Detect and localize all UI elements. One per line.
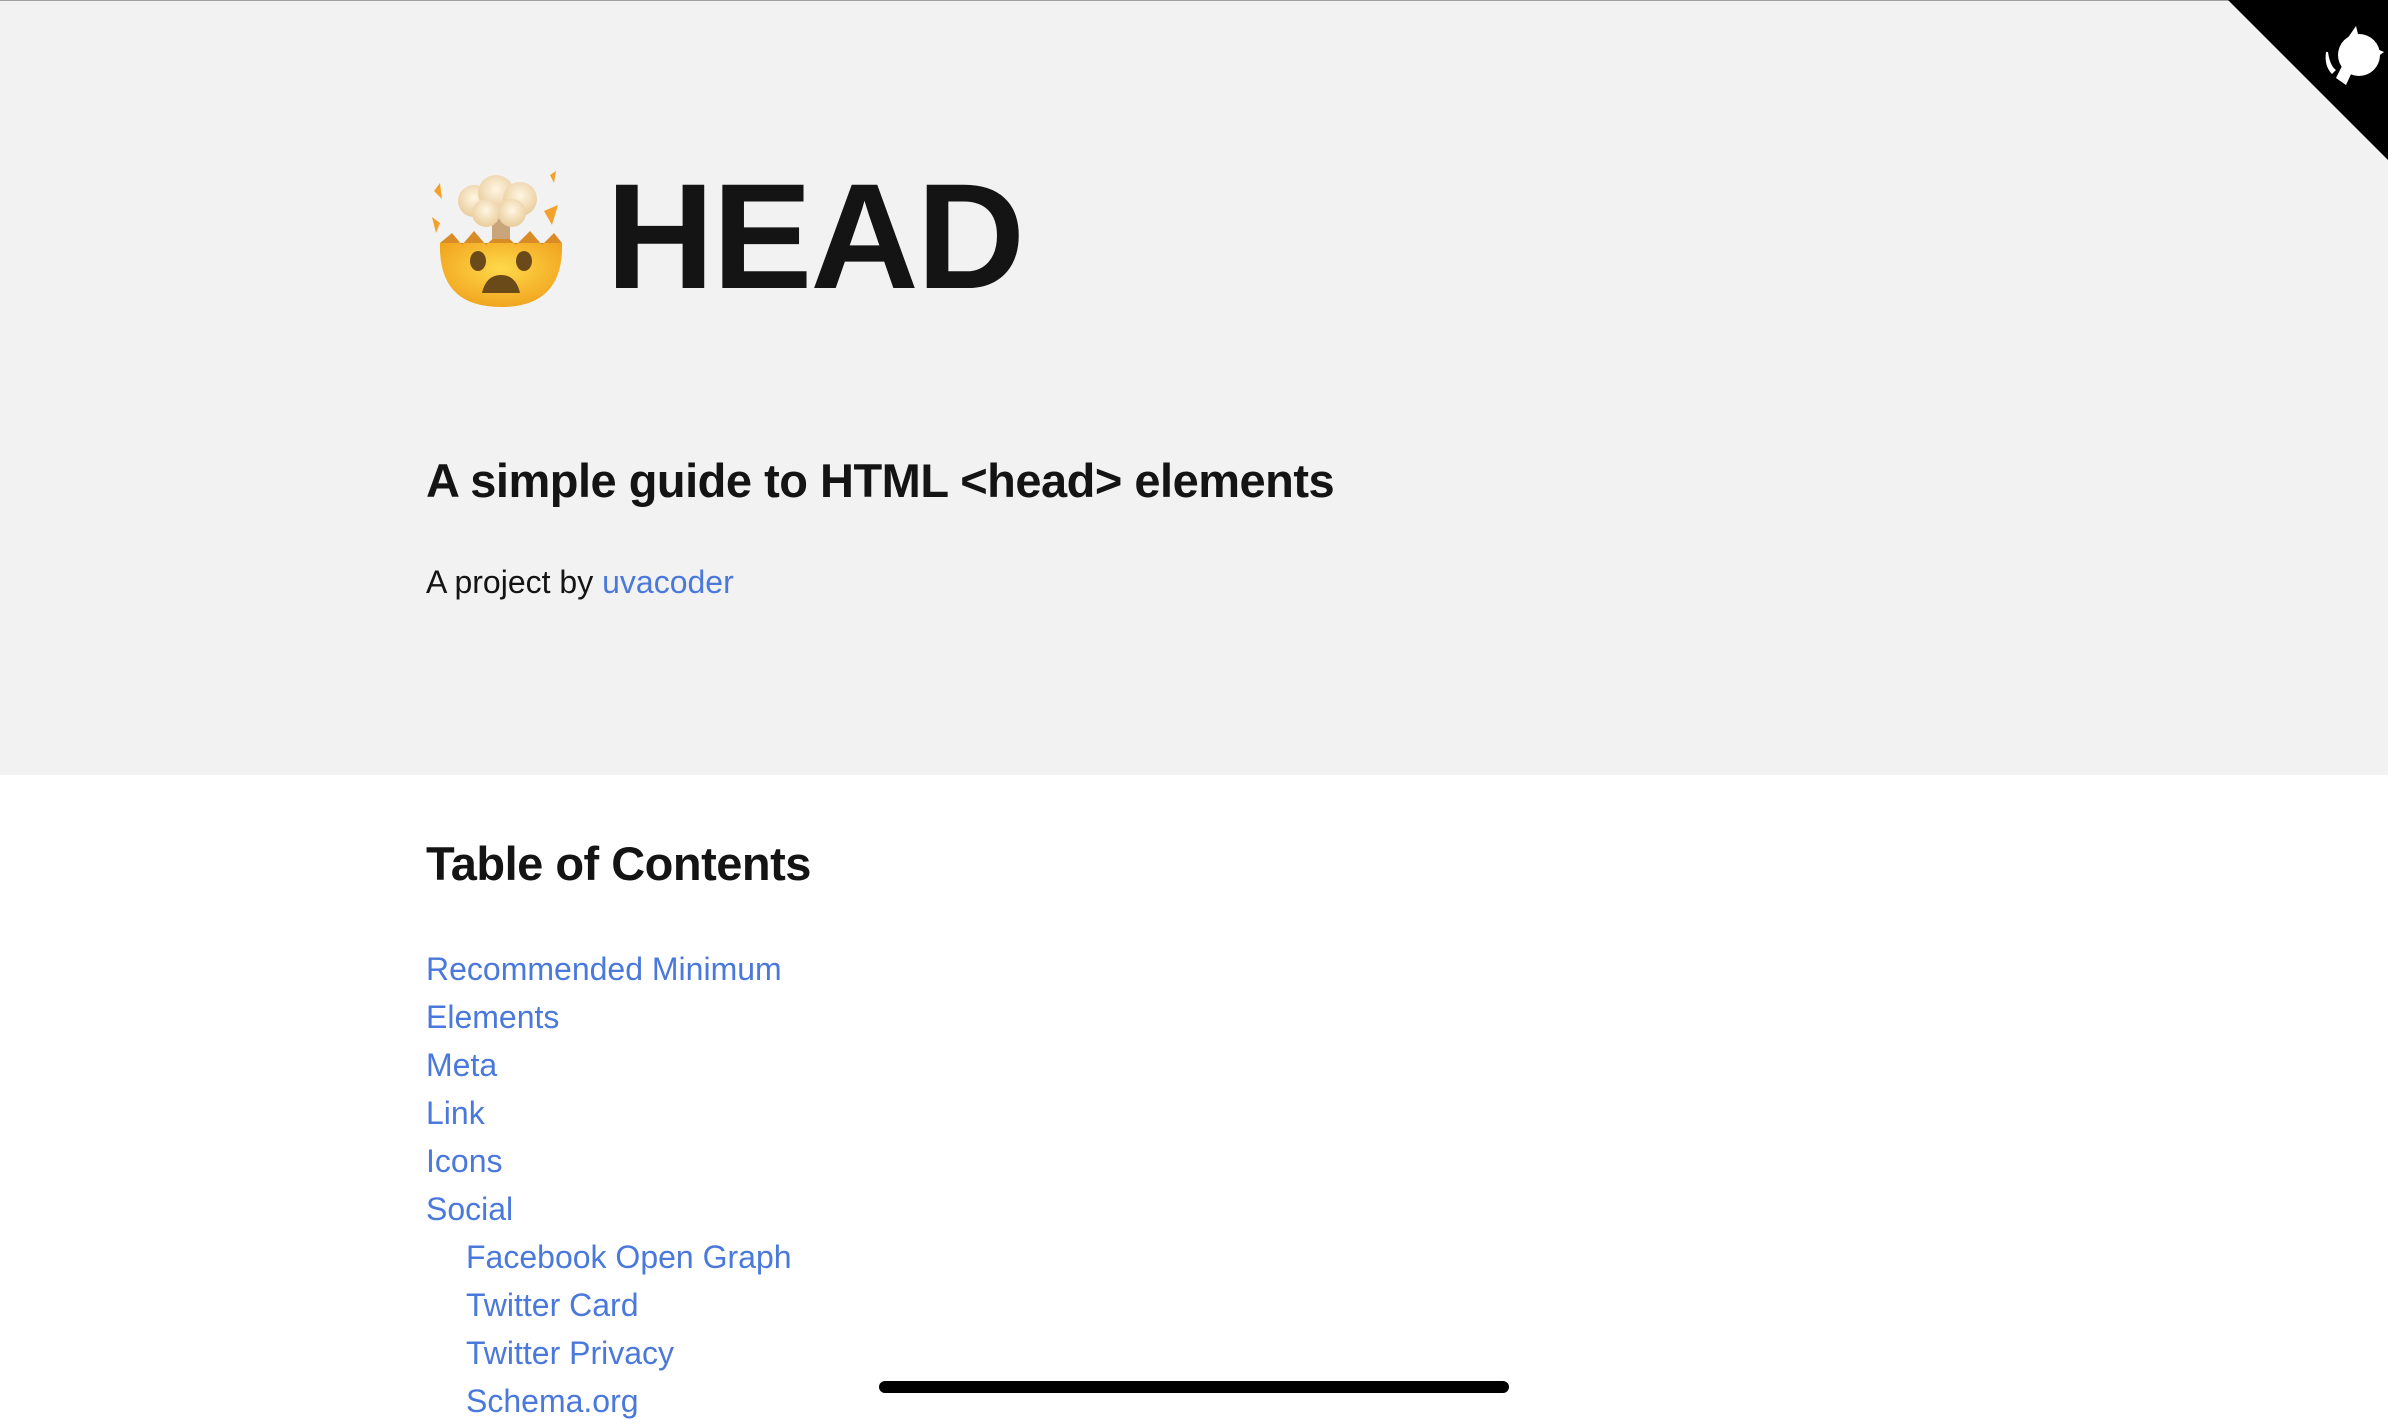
toc-list: Recommended Minimum Elements Meta Link I…	[426, 945, 792, 1425]
toc-item: Link	[426, 1089, 792, 1137]
toc-link-recommended-minimum[interactable]: Recommended Minimum	[426, 951, 782, 987]
toc-link-social[interactable]: Social	[426, 1191, 513, 1227]
toc-link-twitter-card[interactable]: Twitter Card	[466, 1287, 638, 1323]
toc-link-facebook-open-graph[interactable]: Facebook Open Graph	[466, 1239, 792, 1275]
github-corner-link[interactable]	[2228, 0, 2388, 160]
toc-heading: Table of Contents	[426, 837, 811, 890]
byline: A project by uvacoder	[426, 564, 734, 601]
home-indicator-bar[interactable]	[879, 1381, 1509, 1393]
toc-subitem: Twitter Card	[426, 1281, 792, 1329]
title-row: HEAD	[426, 152, 1025, 320]
toc-item: Recommended Minimum	[426, 945, 792, 993]
hero-header: HEAD A simple guide to HTML <head> eleme…	[0, 1, 2388, 775]
byline-prefix: A project by	[426, 564, 603, 600]
toc-item: Elements	[426, 993, 792, 1041]
toc-link-meta[interactable]: Meta	[426, 1047, 497, 1083]
page-subtitle: A simple guide to HTML <head> elements	[426, 454, 1335, 507]
toc-subitem: Twitter Privacy	[426, 1329, 792, 1377]
toc-link-elements[interactable]: Elements	[426, 999, 559, 1035]
toc-item: Social	[426, 1185, 792, 1233]
exploding-head-icon	[432, 171, 563, 307]
toc-link-schema-org[interactable]: Schema.org	[466, 1383, 639, 1419]
toc-subitem: Facebook Open Graph	[426, 1233, 792, 1281]
toc-subitem: Schema.org	[426, 1377, 792, 1425]
author-link[interactable]: uvacoder	[602, 564, 734, 600]
github-octocat-icon	[2228, 0, 2388, 160]
toc-item: Meta	[426, 1041, 792, 1089]
toc-item: Icons	[426, 1137, 792, 1185]
toc-link-twitter-privacy[interactable]: Twitter Privacy	[466, 1335, 674, 1371]
toc-link-link[interactable]: Link	[426, 1095, 485, 1131]
page-title: HEAD	[606, 152, 1025, 320]
toc-link-icons[interactable]: Icons	[426, 1143, 502, 1179]
